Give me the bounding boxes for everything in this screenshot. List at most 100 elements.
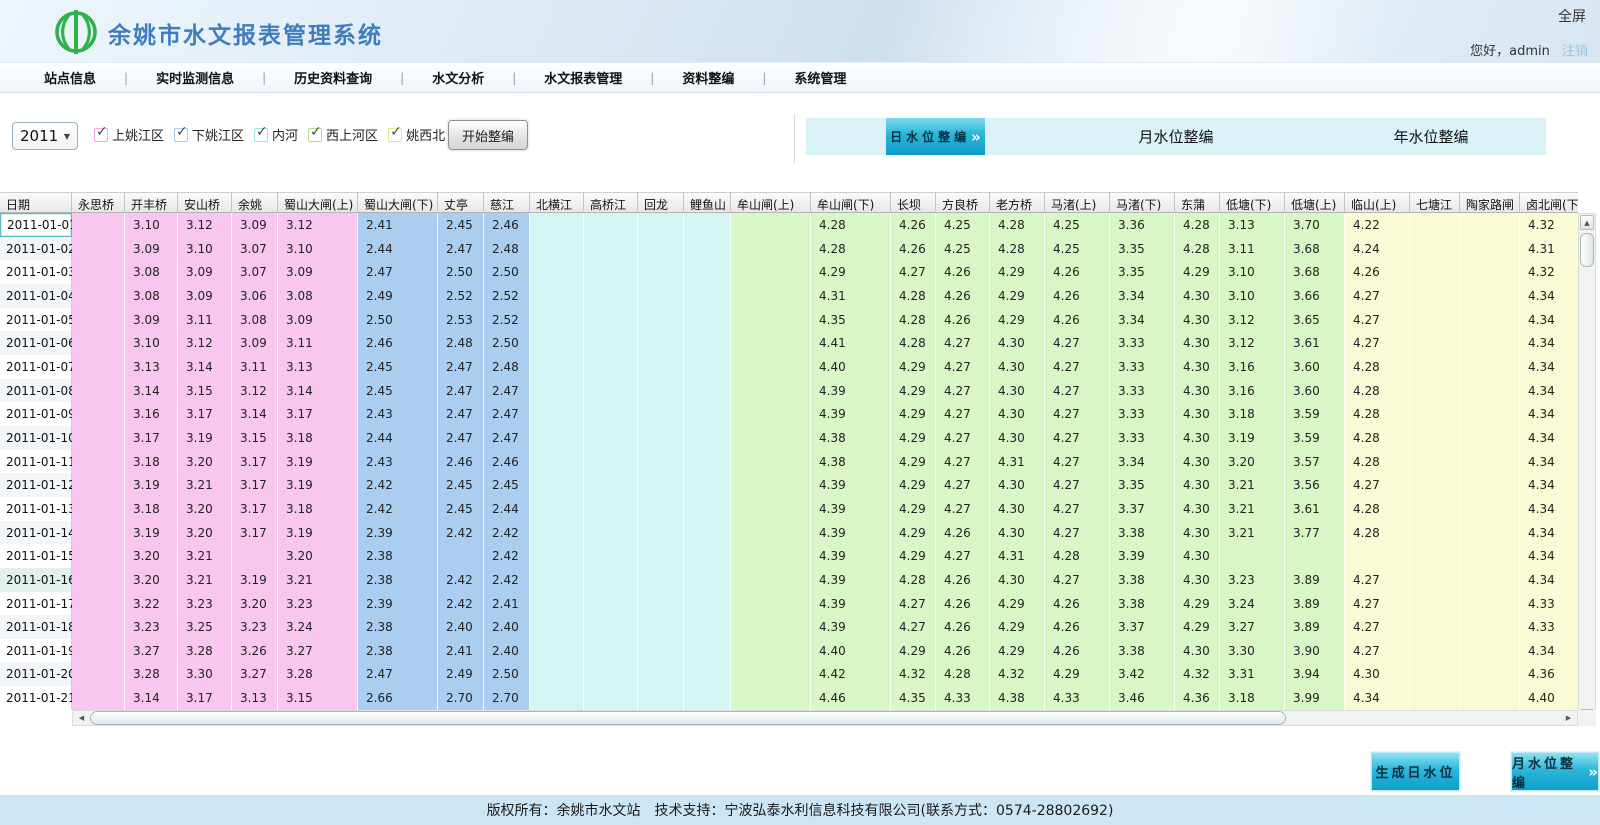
value-cell[interactable] — [1460, 497, 1520, 521]
value-cell[interactable]: 3.17 — [178, 686, 232, 710]
value-cell[interactable]: 4.40 — [811, 639, 891, 663]
value-cell[interactable] — [731, 662, 811, 686]
value-cell[interactable] — [684, 497, 731, 521]
value-cell[interactable]: 3.19 — [232, 568, 278, 592]
value-cell[interactable] — [584, 615, 638, 639]
value-cell[interactable]: 4.26 — [1045, 308, 1110, 332]
value-cell[interactable]: 4.27 — [1045, 379, 1110, 403]
value-cell[interactable]: 3.10 — [125, 331, 178, 355]
value-cell[interactable]: 4.34 — [1520, 521, 1578, 545]
value-cell[interactable]: 4.28 — [891, 308, 936, 332]
value-cell[interactable]: 4.33 — [936, 686, 990, 710]
value-cell[interactable]: 3.30 — [1220, 639, 1285, 663]
value-cell[interactable]: 3.89 — [1285, 568, 1345, 592]
value-cell[interactable]: 4.30 — [1175, 473, 1220, 497]
value-cell[interactable]: 3.09 — [178, 260, 232, 284]
value-cell[interactable]: 4.28 — [1345, 497, 1410, 521]
value-cell[interactable]: 4.25 — [1045, 237, 1110, 261]
value-cell[interactable] — [731, 237, 811, 261]
value-cell[interactable] — [72, 308, 125, 332]
value-cell[interactable] — [1410, 662, 1460, 686]
value-cell[interactable]: 4.39 — [811, 592, 891, 616]
value-cell[interactable] — [684, 426, 731, 450]
value-cell[interactable]: 3.65 — [1285, 308, 1345, 332]
value-cell[interactable]: 3.17 — [232, 450, 278, 474]
value-cell[interactable]: 3.19 — [125, 521, 178, 545]
value-cell[interactable] — [584, 379, 638, 403]
value-cell[interactable]: 4.26 — [936, 308, 990, 332]
value-cell[interactable] — [1220, 544, 1285, 568]
value-cell[interactable] — [1460, 237, 1520, 261]
value-cell[interactable] — [1345, 544, 1410, 568]
date-cell[interactable]: 2011-01-13 — [0, 497, 72, 521]
value-cell[interactable]: 2.45 — [358, 379, 438, 403]
value-cell[interactable]: 2.40 — [484, 615, 530, 639]
value-cell[interactable] — [530, 379, 584, 403]
value-cell[interactable]: 3.33 — [1110, 379, 1175, 403]
value-cell[interactable] — [1460, 686, 1520, 710]
value-cell[interactable]: 2.38 — [358, 639, 438, 663]
value-cell[interactable]: 3.08 — [278, 284, 358, 308]
value-cell[interactable]: 4.27 — [891, 615, 936, 639]
value-cell[interactable]: 3.23 — [178, 592, 232, 616]
value-cell[interactable]: 4.28 — [891, 568, 936, 592]
value-cell[interactable]: 4.38 — [811, 450, 891, 474]
value-cell[interactable]: 4.30 — [990, 568, 1045, 592]
value-cell[interactable] — [72, 402, 125, 426]
value-cell[interactable]: 4.38 — [811, 426, 891, 450]
value-cell[interactable]: 4.26 — [891, 237, 936, 261]
value-cell[interactable]: 3.14 — [278, 379, 358, 403]
value-cell[interactable]: 4.27 — [1045, 568, 1110, 592]
value-cell[interactable]: 3.38 — [1110, 592, 1175, 616]
value-cell[interactable] — [584, 402, 638, 426]
value-cell[interactable]: 3.28 — [125, 662, 178, 686]
value-cell[interactable]: 3.27 — [1220, 615, 1285, 639]
value-cell[interactable]: 2.41 — [438, 639, 484, 663]
value-cell[interactable]: 4.28 — [1175, 213, 1220, 237]
value-cell[interactable] — [638, 260, 684, 284]
value-cell[interactable]: 3.20 — [125, 568, 178, 592]
value-cell[interactable] — [72, 213, 125, 237]
value-cell[interactable]: 4.34 — [1520, 639, 1578, 663]
value-cell[interactable] — [72, 568, 125, 592]
value-cell[interactable]: 4.28 — [1345, 402, 1410, 426]
value-cell[interactable] — [72, 379, 125, 403]
value-cell[interactable]: 4.28 — [1345, 355, 1410, 379]
value-cell[interactable]: 3.77 — [1285, 521, 1345, 545]
value-cell[interactable]: 4.28 — [811, 213, 891, 237]
value-cell[interactable]: 4.39 — [811, 402, 891, 426]
value-cell[interactable]: 4.30 — [1175, 308, 1220, 332]
value-cell[interactable]: 3.11 — [278, 331, 358, 355]
value-cell[interactable] — [638, 497, 684, 521]
value-cell[interactable]: 4.27 — [1045, 497, 1110, 521]
value-cell[interactable]: 4.24 — [1345, 237, 1410, 261]
value-cell[interactable]: 3.68 — [1285, 237, 1345, 261]
value-cell[interactable]: 4.39 — [811, 544, 891, 568]
value-cell[interactable]: 4.38 — [990, 686, 1045, 710]
value-cell[interactable] — [731, 379, 811, 403]
value-cell[interactable] — [72, 331, 125, 355]
value-cell[interactable]: 4.39 — [811, 473, 891, 497]
value-cell[interactable] — [684, 284, 731, 308]
value-cell[interactable] — [1460, 544, 1520, 568]
value-cell[interactable]: 3.18 — [125, 497, 178, 521]
value-cell[interactable]: 4.27 — [1045, 355, 1110, 379]
region-checkbox-1[interactable]: ✓ — [174, 128, 188, 142]
value-cell[interactable]: 3.28 — [178, 639, 232, 663]
value-cell[interactable] — [1410, 379, 1460, 403]
value-cell[interactable] — [1410, 260, 1460, 284]
value-cell[interactable]: 4.26 — [1045, 615, 1110, 639]
value-cell[interactable]: 3.09 — [125, 237, 178, 261]
value-cell[interactable]: 4.35 — [891, 686, 936, 710]
date-cell[interactable]: 2011-01-14 — [0, 521, 72, 545]
value-cell[interactable]: 3.36 — [1110, 213, 1175, 237]
value-cell[interactable]: 4.28 — [891, 331, 936, 355]
value-cell[interactable] — [584, 473, 638, 497]
value-cell[interactable] — [1460, 284, 1520, 308]
value-cell[interactable] — [72, 686, 125, 710]
value-cell[interactable]: 2.45 — [358, 355, 438, 379]
date-cell[interactable]: 2011-01-05 — [0, 308, 72, 332]
value-cell[interactable] — [530, 521, 584, 545]
value-cell[interactable]: 3.23 — [1220, 568, 1285, 592]
value-cell[interactable] — [731, 521, 811, 545]
